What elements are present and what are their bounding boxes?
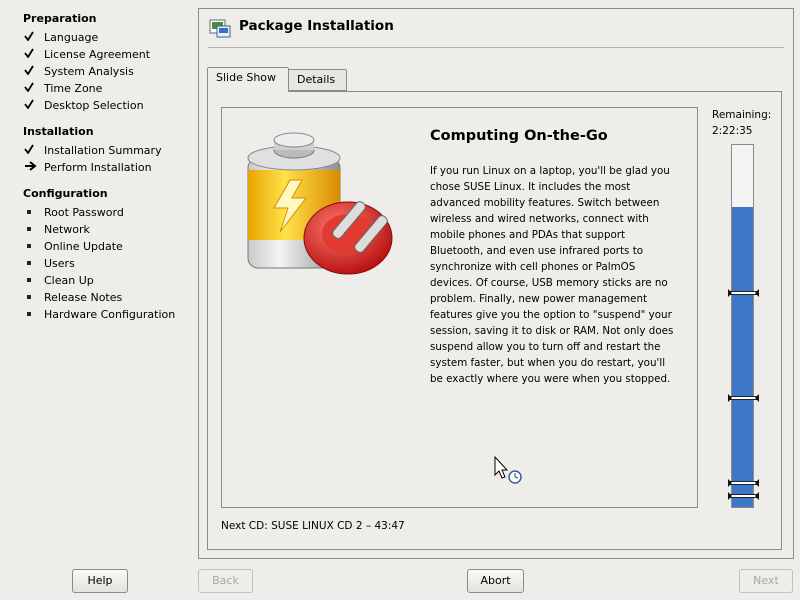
- bullet-icon: [24, 222, 40, 238]
- bullet-icon: [24, 273, 40, 289]
- next-cd-status: Next CD: SUSE LINUX CD 2 – 43:47: [221, 520, 405, 532]
- sidebar-step: Hardware Configuration: [24, 307, 175, 323]
- bullet-icon: [24, 239, 40, 255]
- sidebar-step: Perform Installation: [24, 160, 152, 176]
- sidebar-step: Installation Summary: [24, 143, 162, 159]
- tab-slide-show[interactable]: Slide Show: [207, 67, 289, 92]
- sidebar-step: Network: [24, 222, 90, 238]
- sidebar-step: Desktop Selection: [24, 98, 144, 114]
- bullet-icon: [24, 256, 40, 272]
- sidebar-step-label: Installation Summary: [44, 144, 162, 157]
- help-button[interactable]: Help: [72, 569, 128, 593]
- checkmark-icon: [24, 81, 40, 97]
- sidebar-step-label: Perform Installation: [44, 161, 152, 174]
- battery-plug-icon: [244, 128, 404, 278]
- cd-boundary-marker: [728, 492, 759, 501]
- sidebar-step: Clean Up: [24, 273, 94, 289]
- sidebar-step-label: System Analysis: [44, 65, 134, 78]
- arrow-right-icon: [24, 160, 40, 176]
- sidebar-step-label: Users: [44, 257, 75, 270]
- sidebar-step-label: Online Update: [44, 240, 123, 253]
- slide-heading: Computing On-the-Go: [430, 128, 608, 144]
- sidebar-step: License Agreement: [24, 47, 150, 63]
- checkmark-icon: [24, 47, 40, 63]
- sidebar-step-label: Release Notes: [44, 291, 123, 304]
- back-button[interactable]: Back: [198, 569, 253, 593]
- tab-details[interactable]: Details: [288, 69, 347, 91]
- bullet-icon: [24, 307, 40, 323]
- page-title: Package Installation: [239, 18, 394, 34]
- bullet-icon: [24, 205, 40, 221]
- installation-progress-bar: [728, 144, 759, 508]
- sidebar-step-label: Desktop Selection: [44, 99, 144, 112]
- cd-boundary-marker: [728, 394, 759, 403]
- sidebar-section-title: Preparation: [23, 12, 97, 25]
- remaining-label: Remaining:: [712, 109, 772, 121]
- main-panel: Package Installation Slide Show Details: [198, 8, 794, 559]
- sidebar-section-title: Configuration: [23, 187, 108, 200]
- sidebar-step-label: License Agreement: [44, 48, 151, 61]
- bullet-icon: [24, 290, 40, 306]
- abort-button[interactable]: Abort: [467, 569, 524, 593]
- sidebar-section-title: Installation: [23, 125, 94, 138]
- installation-steps-sidebar: Preparation Language License Agreement Syst…: [0, 0, 196, 560]
- next-button[interactable]: Next: [739, 569, 793, 593]
- sidebar-step-label: Clean Up: [44, 274, 94, 287]
- checkmark-icon: [24, 64, 40, 80]
- title-divider: [208, 47, 784, 48]
- sidebar-step: Online Update: [24, 239, 123, 255]
- progress-fill: [732, 206, 753, 507]
- slide-frame: Computing On-the-Go If you run Linux on …: [221, 107, 698, 508]
- slide-body-text: If you run Linux on a laptop, you'll be …: [430, 165, 674, 385]
- sidebar-step: Root Password: [24, 205, 124, 221]
- sidebar-step-label: Network: [44, 223, 90, 236]
- sidebar-step-label: Hardware Configuration: [44, 308, 176, 321]
- checkmark-icon: [24, 30, 40, 46]
- sidebar-step: Release Notes: [24, 290, 122, 306]
- sidebar-step: Language: [24, 30, 98, 46]
- cd-boundary-marker: [728, 479, 759, 488]
- sidebar-step: Users: [24, 256, 75, 272]
- slide-show-panel: Computing On-the-Go If you run Linux on …: [207, 91, 782, 550]
- busy-cursor-icon: [494, 455, 528, 490]
- sidebar-step: System Analysis: [24, 64, 134, 80]
- sidebar-step: Time Zone: [24, 81, 102, 97]
- sidebar-step-label: Root Password: [44, 206, 124, 219]
- package-install-icon: [209, 17, 231, 38]
- sidebar-step-label: Language: [44, 31, 99, 44]
- checkmark-icon: [24, 143, 40, 159]
- checkmark-icon: [24, 98, 40, 114]
- cd-boundary-marker: [728, 289, 759, 298]
- remaining-time: 2:22:35: [712, 125, 753, 137]
- sidebar-step-label: Time Zone: [44, 82, 103, 95]
